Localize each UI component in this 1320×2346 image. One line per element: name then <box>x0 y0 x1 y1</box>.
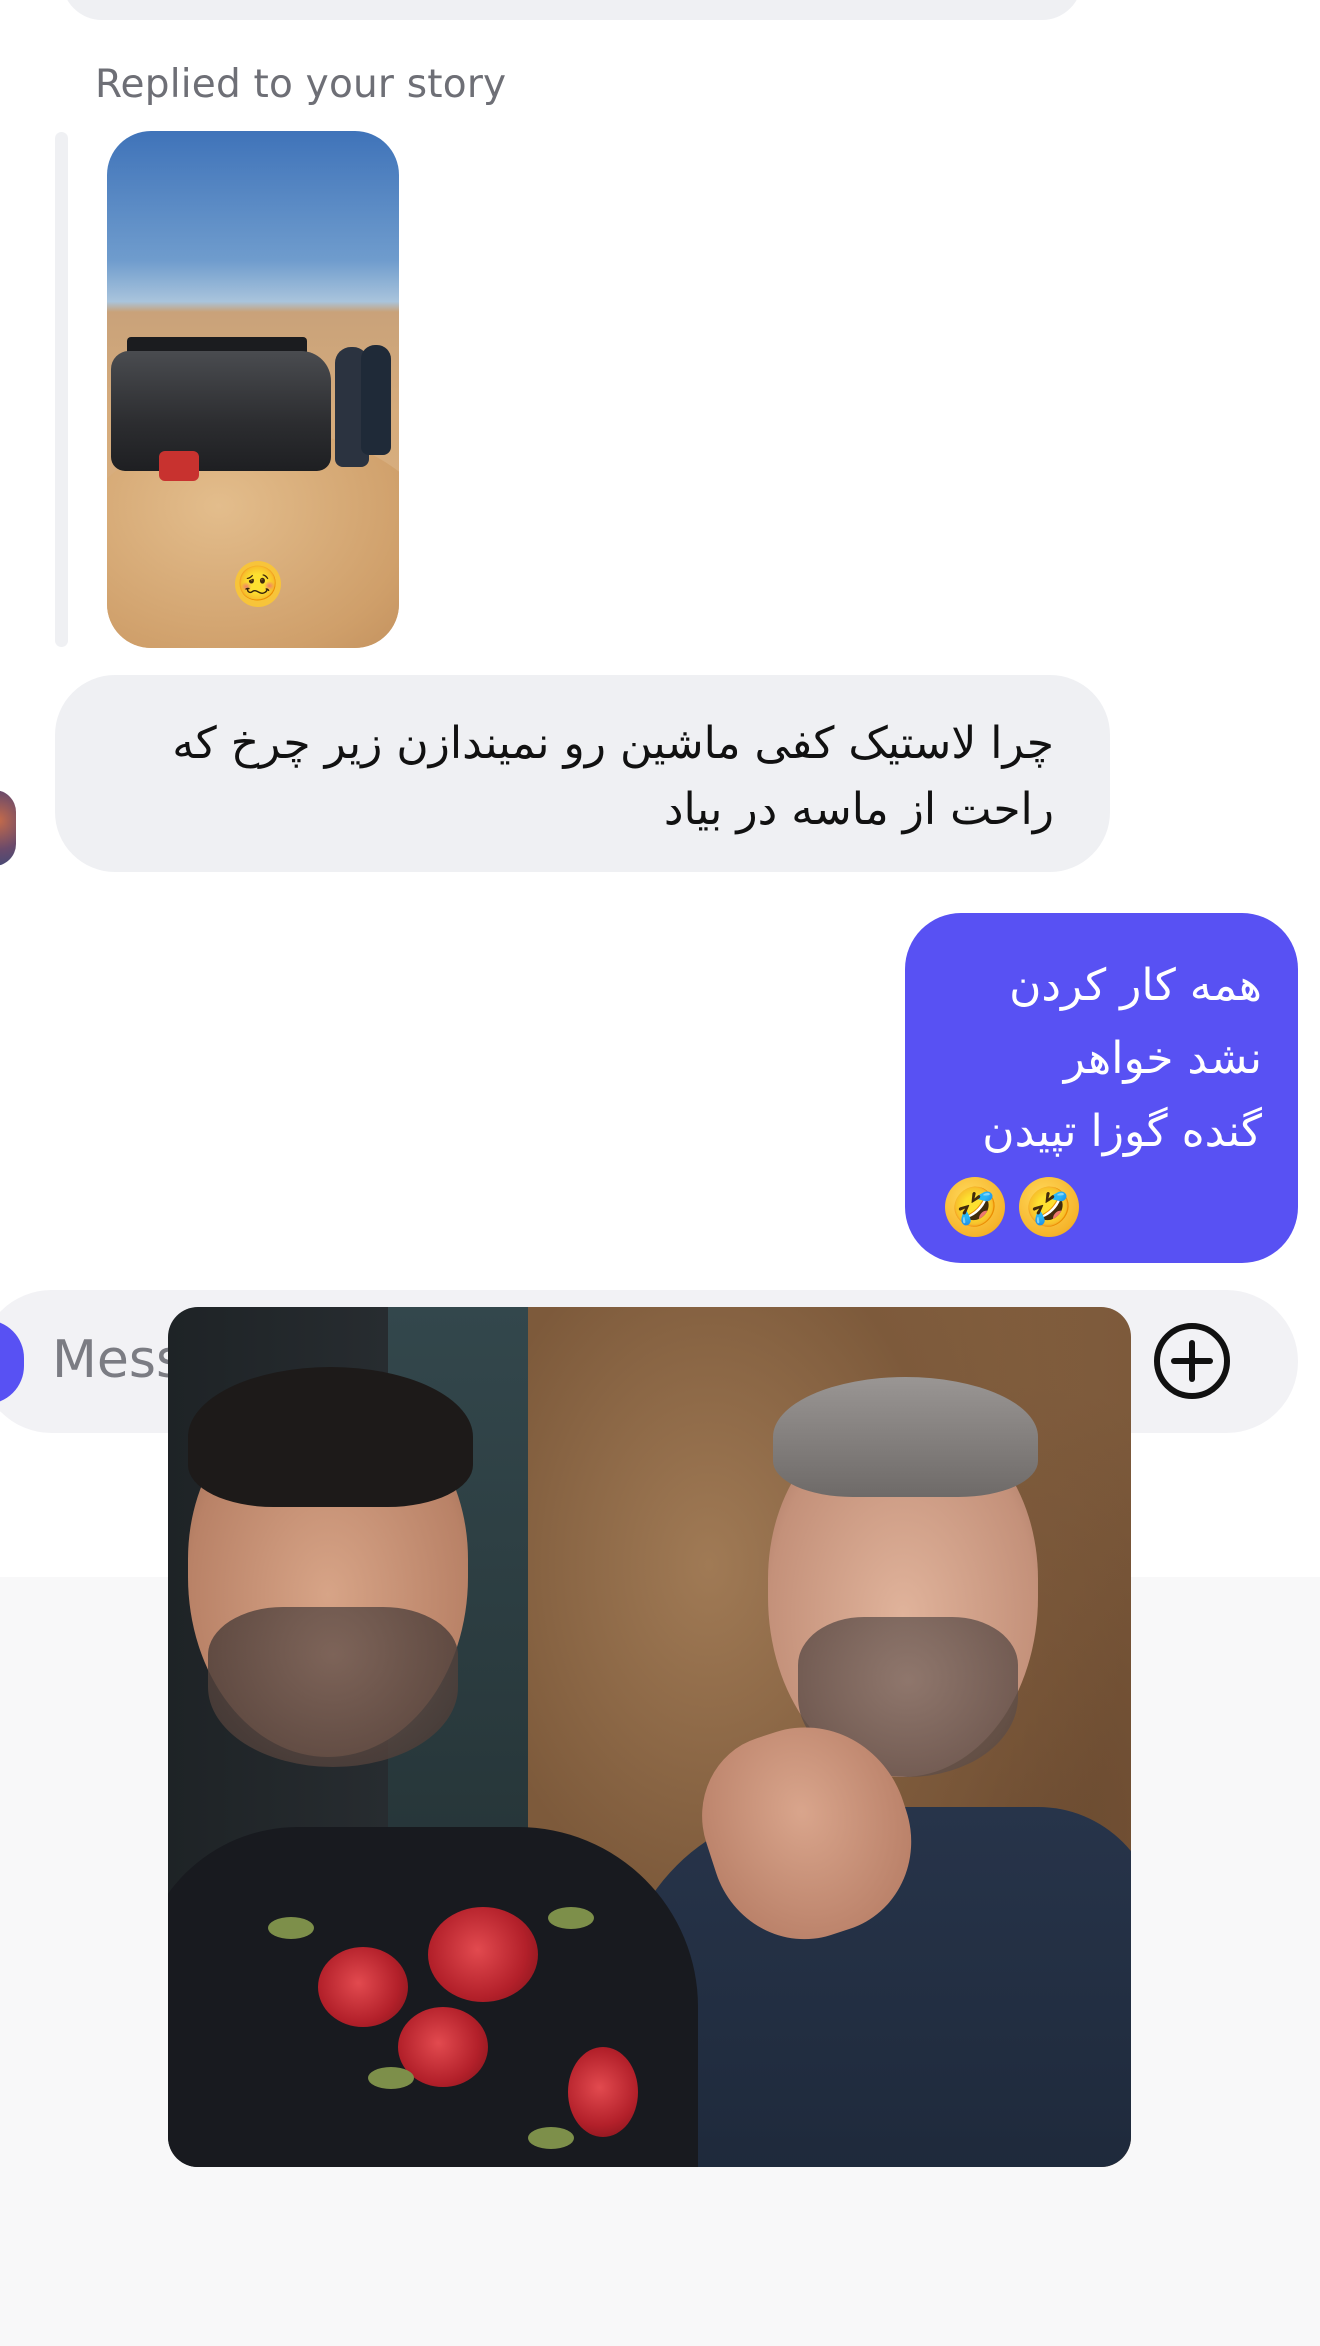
shirt-rose <box>428 1907 538 2002</box>
received-message-bubble[interactable]: چرا لاستیک کفی ماشین رو نمیندازن زیر چرخ… <box>55 675 1110 872</box>
received-message-text: چرا لاستیک کفی ماشین رو نمیندازن زیر چرخ… <box>172 718 1054 835</box>
rofl-emoji: 🤣 <box>1019 1177 1079 1237</box>
previous-message-bubble[interactable] <box>62 0 1082 20</box>
sent-message-emoji-row: 🤣 🤣 <box>945 1168 1262 1241</box>
reply-indicator-bar <box>55 132 68 647</box>
sent-message-line: نشد خواهر <box>1063 1033 1262 1084</box>
sent-message-line: همه کار کردن <box>1009 960 1262 1011</box>
story-reply-caption: Replied to your story <box>95 62 507 107</box>
sent-message-text: همه کار کردن نشد خواهر گنده گوزا تپیدن 🤣… <box>945 949 1262 1241</box>
rofl-emoji: 🤣 <box>945 1177 1005 1237</box>
gif-person-left-hair <box>188 1367 473 1507</box>
sent-message-bubble[interactable]: همه کار کردن نشد خواهر گنده گوزا تپیدن 🤣… <box>905 913 1298 1263</box>
story-person <box>361 345 391 455</box>
shirt-rose <box>568 2047 638 2137</box>
story-thumbnail[interactable]: 🥴 <box>107 131 399 648</box>
shirt-leaf <box>368 2067 414 2089</box>
shirt-rose <box>318 1947 408 2027</box>
plus-circle-icon[interactable] <box>1152 1321 1232 1401</box>
avatar[interactable] <box>0 790 16 866</box>
sent-message-line: گنده گوزا تپیدن <box>982 1106 1262 1157</box>
gif-preview[interactable] <box>168 1307 1131 2167</box>
shirt-leaf <box>528 2127 574 2149</box>
dm-thread-screen: Replied to your story 🥴 چرا لاستیک کفی م… <box>0 0 1320 2346</box>
shirt-leaf <box>548 1907 594 1929</box>
gif-person-left-beard <box>208 1607 458 1767</box>
story-emoji-sticker: 🥴 <box>235 561 281 607</box>
story-car-taillight <box>159 451 199 481</box>
shirt-leaf <box>268 1917 314 1939</box>
story-car <box>111 351 331 471</box>
gif-person-right-hair <box>773 1377 1038 1497</box>
